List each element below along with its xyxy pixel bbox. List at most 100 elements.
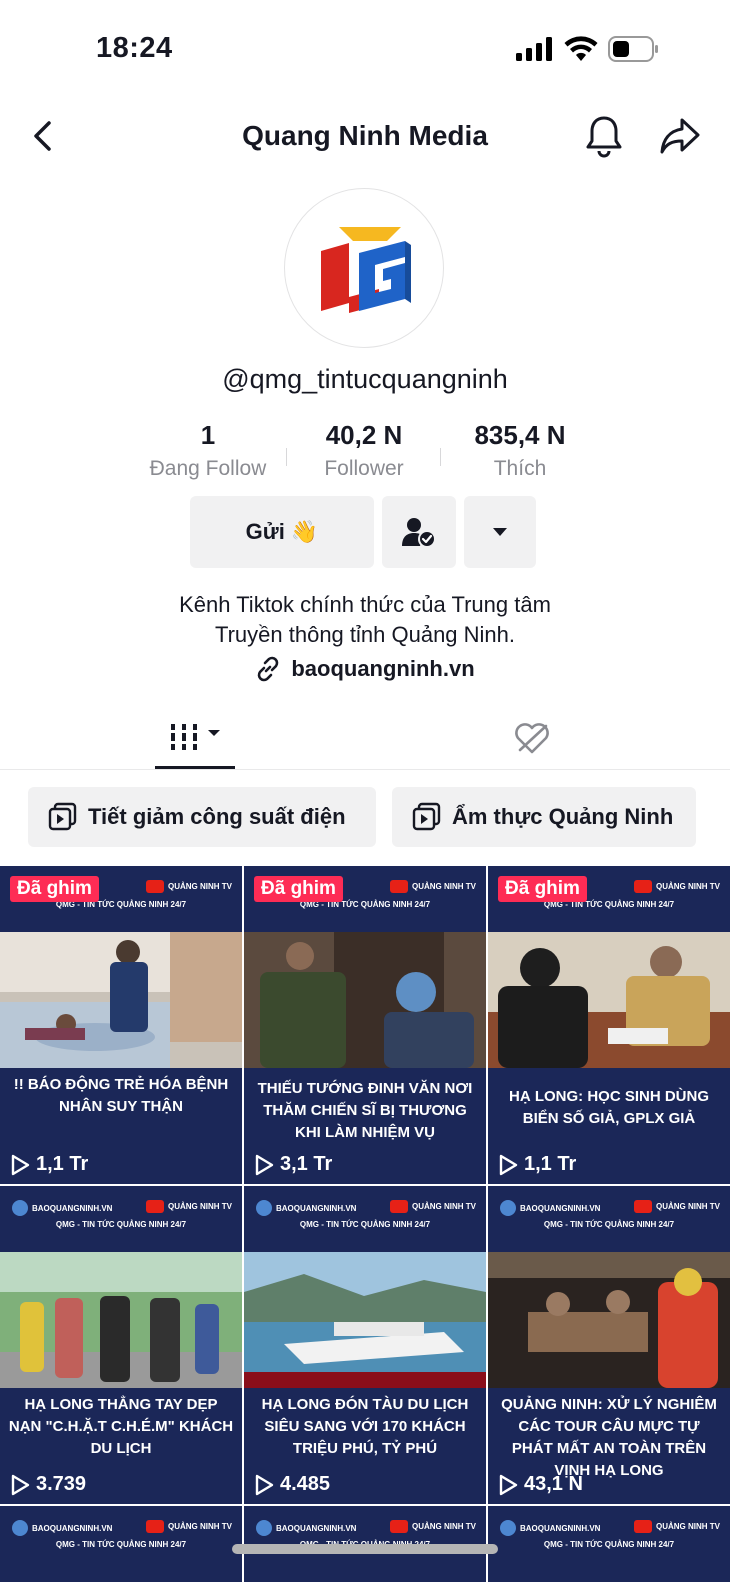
youtube-icon [146,880,164,893]
view-count: 3.739 [10,1473,86,1496]
play-icon [499,1474,518,1495]
qmg-logo [321,227,411,313]
stat-value: 1 [200,420,216,450]
video-tile[interactable]: QUẢNG NINH TV QMG - TIN TỨC QUẢNG NINH 2… [0,866,242,1184]
nav-bar: Quang Ninh Media [0,100,730,174]
view-count: 43,1 N [498,1473,583,1496]
globe-icon [256,1520,272,1536]
chevron-down-icon [208,730,220,736]
fb-brand: QMG - TIN TỨC QUẢNG NINH 24/7 [0,1220,242,1229]
video-tile[interactable]: BAOQUANGNINH.VN QUẢNG NINH TV QMG - TIN … [488,1506,730,1582]
send-message-button[interactable]: Gửi 👋 [190,496,374,568]
stat-label: Thích [493,457,547,480]
tv-brand: QUẢNG NINH TV [146,1200,232,1213]
video-tile[interactable]: BAOQUANGNINH.VN QUẢNG NINH TV QMG - TIN … [244,1186,486,1504]
site-brand: BAOQUANGNINH.VN [500,1200,600,1216]
profile-link[interactable]: baoquangninh.vn [0,656,730,682]
video-tile[interactable]: BAOQUANGNINH.VN QUẢNG NINH TV QMG - TIN … [488,1186,730,1504]
playlist-chip[interactable]: Ẩm thực Quảng Ninh [392,787,696,847]
brand-text: BAOQUANGNINH.VN [32,1523,113,1533]
video-caption: !! BÁO ĐỘNG TRẺ HÓA BỆNH NHÂN SUY THẬN [13,1076,229,1115]
youtube-icon [390,880,408,893]
stat-following[interactable]: 1 Đang Follow [128,420,288,481]
globe-icon [500,1200,516,1216]
video-caption: HẠ LONG ĐÓN TÀU DU LỊCH SIÊU SANG VỚI 17… [261,1396,469,1457]
tile-header: BAOQUANGNINH.VN QUẢNG NINH TV QMG - TIN … [244,1186,486,1252]
tv-brand: QUẢNG NINH TV [390,1520,476,1533]
site-brand: BAOQUANGNINH.VN [500,1520,600,1536]
brand-text: QUẢNG NINH TV [656,1202,720,1211]
liked-hidden-icon [515,723,549,754]
tile-header: BAOQUANGNINH.VN QUẢNG NINH TV QMG - TIN … [244,1506,486,1572]
add-friend-icon [402,518,436,548]
home-indicator[interactable] [232,1544,498,1554]
profile-stats: 1 Đang Follow 40,2 N Follower 835,4 N Th… [0,420,730,490]
link-text: baoquangninh.vn [291,656,475,681]
battery-icon [608,36,658,62]
view-count: 1,1 Tr [498,1153,576,1176]
site-brand: BAOQUANGNINH.VN [256,1520,356,1536]
playlist-label: Ẩm thực Quảng Ninh [452,804,674,829]
view-count: 1,1 Tr [10,1153,88,1176]
bell-icon [586,116,622,158]
wifi-icon [564,36,598,61]
video-thumbnail [0,1252,242,1388]
tab-videos[interactable] [155,718,235,768]
tv-brand: QUẢNG NINH TV [146,1520,232,1533]
content-tabs [0,706,730,770]
brand-text: QMG - TIN TỨC QUẢNG NINH 24/7 [55,1540,187,1549]
share-button[interactable] [658,114,702,158]
video-tile[interactable]: QUẢNG NINH TV QMG - TIN TỨC QUẢNG NINH 2… [244,866,486,1184]
site-brand: BAOQUANGNINH.VN [256,1200,356,1216]
video-thumbnail [0,932,242,1068]
more-options-button[interactable] [464,496,536,568]
stat-followers[interactable]: 40,2 N Follower [284,420,444,481]
stat-likes: 835,4 N Thích [440,420,600,481]
brand-text: QUẢNG NINH TV [168,1202,232,1211]
status-time: 18:24 [96,32,173,64]
tv-brand: QUẢNG NINH TV [634,1520,720,1533]
dropdown-icon [493,528,507,536]
brand-text: QMG - TIN TỨC QUẢNG NINH 24/7 [543,1540,675,1549]
site-brand: BAOQUANGNINH.VN [12,1520,112,1536]
youtube-icon [390,1200,408,1213]
video-tile[interactable]: BAOQUANGNINH.VN QUẢNG NINH TV QMG - TIN … [0,1186,242,1504]
video-caption: THIẾU TƯỚNG ĐINH VĂN NƠI THĂM CHIẾN SĨ B… [257,1080,473,1141]
view-count-text: 1,1 Tr [524,1153,577,1175]
friend-status-button[interactable] [382,496,456,568]
tv-brand: QUẢNG NINH TV [634,1200,720,1213]
view-count-text: 3.739 [36,1473,87,1495]
play-icon [499,1154,518,1175]
brand-text: BAOQUANGNINH.VN [520,1203,601,1213]
view-count-text: 43,1 N [524,1473,583,1495]
playlist-chip[interactable]: Tiết giảm công suất điện [28,787,376,847]
video-tile[interactable]: QUẢNG NINH TV QMG - TIN TỨC QUẢNG NINH 2… [488,866,730,1184]
view-count-text: 3,1 Tr [280,1153,333,1175]
grid-icon [169,724,199,750]
notification-button[interactable] [584,114,624,158]
status-icons [516,36,660,62]
play-icon [255,1154,274,1175]
stat-label: Follower [324,457,404,480]
video-tile[interactable]: BAOQUANGNINH.VN QUẢNG NINH TV QMG - TIN … [0,1506,242,1582]
video-thumbnail [244,932,486,1068]
tab-liked[interactable] [512,720,552,756]
youtube-icon [634,1520,652,1533]
bio-text: Kênh Tiktok chính thức của Trung tâm Tru… [179,592,551,647]
brand-text: QUẢNG NINH TV [412,1522,476,1531]
fb-brand: QMG - TIN TỨC QUẢNG NINH 24/7 [488,1540,730,1549]
brand-text: QUẢNG NINH TV [656,1522,720,1531]
tile-header: BAOQUANGNINH.VN QUẢNG NINH TV QMG - TIN … [488,1506,730,1572]
playlist-label: Tiết giảm công suất điện [88,804,346,829]
pinned-badge: Đã ghim [10,876,99,902]
pinned-badge: Đã ghim [498,876,587,902]
play-icon [11,1474,30,1495]
brand-text: BAOQUANGNINH.VN [520,1523,601,1533]
youtube-icon [146,1200,164,1213]
tile-header: BAOQUANGNINH.VN QUẢNG NINH TV QMG - TIN … [0,1506,242,1572]
avatar[interactable] [284,188,444,348]
tab-active-indicator [155,766,235,769]
brand-text: BAOQUANGNINH.VN [276,1203,357,1213]
video-thumbnail [488,1252,730,1388]
video-caption: HẠ LONG: HỌC SINH DÙNG BIỂN SỐ GIẢ, GPLX… [509,1088,709,1127]
